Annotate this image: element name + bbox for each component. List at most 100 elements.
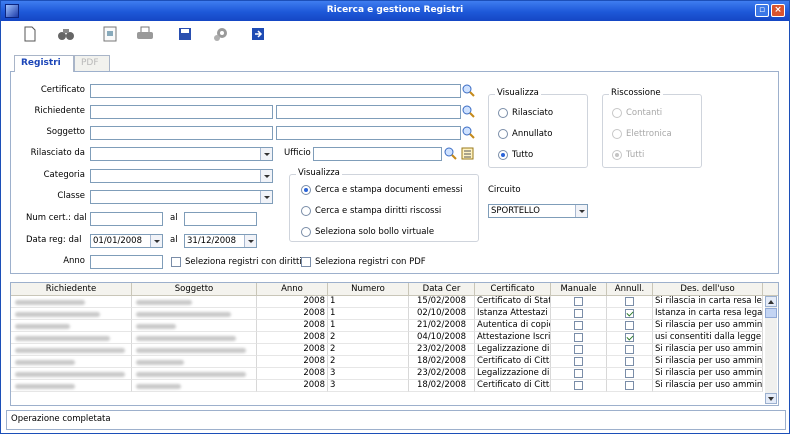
table-row[interactable]: 2008 1 02/10/2008 Istanza Attestazi Istanza … <box>11 308 763 320</box>
chevron-down-icon[interactable] <box>260 148 272 160</box>
table-row[interactable]: 2008 3 18/02/2008 Certificato di Citta Si ri… <box>11 380 763 392</box>
manuale-checkbox[interactable] <box>574 333 583 342</box>
chevron-down-icon[interactable] <box>150 235 162 247</box>
certificato-input[interactable] <box>90 84 461 98</box>
manuale-checkbox[interactable] <box>574 357 583 366</box>
manuale-checkbox[interactable] <box>574 309 583 318</box>
radio-tutti[interactable]: Tutti <box>612 150 644 160</box>
manuale-checkbox[interactable] <box>574 345 583 354</box>
soggetto-input-2[interactable] <box>276 126 461 140</box>
radio-rilasciato[interactable]: Rilasciato <box>498 108 553 118</box>
classe-select[interactable] <box>90 190 273 204</box>
table-row[interactable]: 2008 2 23/02/2008 Legalizzazione di f Si ril… <box>11 344 763 356</box>
binoculars-icon[interactable] <box>57 25 75 43</box>
chk-registri-pdf[interactable]: Seleziona registri con PDF <box>301 257 426 267</box>
radio-circle[interactable] <box>612 129 622 139</box>
table-row[interactable]: 2008 2 18/02/2008 Certificato di Citta Si ri… <box>11 356 763 368</box>
radio-documenti-emessi[interactable]: Cerca e stampa documenti emessi <box>301 185 462 195</box>
table-row[interactable]: 2008 1 21/02/2008 Autentica di copie Si rila… <box>11 320 763 332</box>
col-soggetto[interactable]: Soggetto <box>132 283 257 296</box>
categoria-select[interactable] <box>90 169 273 183</box>
col-des-uso[interactable]: Des. dell'uso <box>653 283 763 296</box>
tab-registri[interactable]: Registri <box>14 55 74 72</box>
radio-bollo-virtuale[interactable]: Seleziona solo bollo virtuale <box>301 227 434 237</box>
radio-circle[interactable] <box>301 185 311 195</box>
new-document-icon[interactable] <box>21 25 39 43</box>
print-icon[interactable] <box>136 25 154 43</box>
chevron-down-icon[interactable] <box>575 205 587 217</box>
radio-circle[interactable] <box>498 150 508 160</box>
save-icon[interactable] <box>176 25 194 43</box>
chevron-down-icon[interactable] <box>244 235 256 247</box>
cell-numero: 3 <box>328 380 409 392</box>
annull-checkbox[interactable] <box>625 333 634 342</box>
checkbox[interactable] <box>301 257 311 267</box>
table-row[interactable]: 2008 1 15/02/2008 Certificato di Stat Si ril… <box>11 296 763 308</box>
num-cert-dal-input[interactable] <box>90 212 163 226</box>
radio-circle[interactable] <box>301 227 311 237</box>
manuale-checkbox[interactable] <box>574 297 583 306</box>
soggetto-input-1[interactable] <box>90 126 273 140</box>
checkbox[interactable] <box>171 257 181 267</box>
radio-contanti[interactable]: Contanti <box>612 108 662 118</box>
radio-circle[interactable] <box>612 108 622 118</box>
radio-circle[interactable] <box>498 108 508 118</box>
redacted-text <box>15 300 85 305</box>
ufficio-list-icon[interactable] <box>460 146 475 161</box>
manuale-checkbox[interactable] <box>574 381 583 390</box>
annull-checkbox[interactable] <box>625 309 634 318</box>
richiedente-input-2[interactable] <box>276 105 461 119</box>
ufficio-input[interactable] <box>313 147 442 161</box>
tab-pdf[interactable]: PDF <box>74 55 110 71</box>
num-cert-al-input[interactable] <box>184 212 257 226</box>
col-anno[interactable]: Anno <box>257 283 328 296</box>
annull-checkbox[interactable] <box>625 345 634 354</box>
scroll-down-icon[interactable] <box>765 393 777 404</box>
scroll-thumb[interactable] <box>765 308 777 318</box>
col-richiedente[interactable]: Richiedente <box>11 283 132 296</box>
col-data-cer[interactable]: Data Cer <box>409 283 475 296</box>
annull-checkbox[interactable] <box>625 381 634 390</box>
close-button[interactable]: × <box>771 4 785 17</box>
cell-manuale <box>551 356 607 368</box>
col-manuale[interactable]: Manuale <box>551 283 607 296</box>
anno-input[interactable] <box>90 255 163 269</box>
exit-icon[interactable] <box>249 25 267 43</box>
table-row[interactable]: 2008 3 23/02/2008 Legalizzazione di f Si ril… <box>11 368 763 380</box>
radio-circle[interactable] <box>498 129 508 139</box>
certificato-search-icon[interactable] <box>461 83 476 98</box>
radio-annullato[interactable]: Annullato <box>498 129 552 139</box>
scroll-up-icon[interactable] <box>765 296 777 307</box>
chevron-down-icon[interactable] <box>260 191 272 203</box>
data-reg-dal-input[interactable]: 01/01/2008 <box>90 234 163 248</box>
richiedente-input-1[interactable] <box>90 105 273 119</box>
radio-circle[interactable] <box>301 206 311 216</box>
manuale-checkbox[interactable] <box>574 321 583 330</box>
preview-icon[interactable] <box>101 25 119 43</box>
radio-diritti-riscossi[interactable]: Cerca e stampa diritti riscossi <box>301 206 441 216</box>
soggetto-search-icon[interactable] <box>461 125 476 140</box>
settings-icon[interactable] <box>212 25 230 43</box>
radio-circle[interactable] <box>612 150 622 160</box>
col-certificato[interactable]: Certificato <box>475 283 551 296</box>
chevron-down-icon[interactable] <box>260 170 272 182</box>
richiedente-search-icon[interactable] <box>461 104 476 119</box>
table-row[interactable]: 2008 2 04/10/2008 Attestazione Iscri usi con… <box>11 332 763 344</box>
cell-anno: 2008 <box>257 344 328 356</box>
radio-tutto[interactable]: Tutto <box>498 150 533 160</box>
annull-checkbox[interactable] <box>625 321 634 330</box>
grid-scrollbar[interactable] <box>765 296 777 404</box>
circuito-select[interactable]: SPORTELLO <box>488 204 588 218</box>
chk-registri-diritti[interactable]: Seleziona registri con diritti <box>171 257 302 267</box>
ufficio-search-icon[interactable] <box>443 146 458 161</box>
data-reg-al-input[interactable]: 31/12/2008 <box>184 234 257 248</box>
rilasciato-da-select[interactable] <box>90 147 273 161</box>
radio-elettronica[interactable]: Elettronica <box>612 129 672 139</box>
maximize-button[interactable]: ▫ <box>755 4 769 17</box>
col-annull[interactable]: Annull. <box>607 283 653 296</box>
manuale-checkbox[interactable] <box>574 369 583 378</box>
annull-checkbox[interactable] <box>625 369 634 378</box>
annull-checkbox[interactable] <box>625 357 634 366</box>
col-numero[interactable]: Numero <box>328 283 409 296</box>
annull-checkbox[interactable] <box>625 297 634 306</box>
